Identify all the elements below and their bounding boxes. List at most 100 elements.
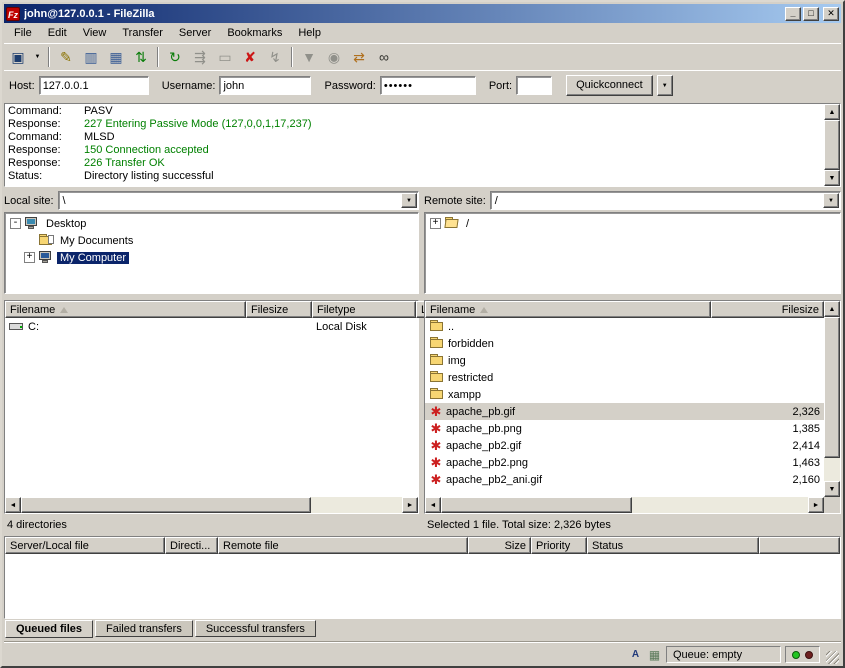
expand-icon[interactable]: + xyxy=(430,218,441,229)
column-filetype[interactable]: Filetype xyxy=(312,301,416,318)
tab-queued-files[interactable]: Queued files xyxy=(5,620,93,638)
titlebar[interactable]: Fz john@127.0.0.1 - FileZilla _ □ ✕ xyxy=(4,4,841,23)
cancel-button[interactable]: ✘ xyxy=(238,46,262,68)
column-direction[interactable]: Directi... xyxy=(165,537,218,554)
filter-button[interactable]: ▼ xyxy=(297,46,321,68)
file-row-c-drive[interactable]: C: Local Disk xyxy=(5,318,418,335)
file-row-xampp[interactable]: xampp xyxy=(425,386,824,403)
folder-icon xyxy=(429,337,445,350)
column-remote-file[interactable]: Remote file xyxy=(218,537,468,554)
file-row-img[interactable]: img xyxy=(425,352,824,369)
column-filename[interactable]: Filename xyxy=(425,301,711,318)
file-row-apache-pb2-gif[interactable]: ✱apache_pb2.gif 2,414 xyxy=(425,437,824,454)
expand-icon[interactable]: + xyxy=(24,252,35,263)
sync-browsing-button[interactable]: ⇄ xyxy=(347,46,371,68)
column-size[interactable]: Size xyxy=(468,537,531,554)
menu-transfer[interactable]: Transfer xyxy=(114,25,171,41)
username-label: Username: xyxy=(162,80,216,92)
collapse-icon[interactable]: - xyxy=(10,218,21,229)
tree-item-my-computer[interactable]: + My Computer xyxy=(5,249,418,266)
column-label: Filename xyxy=(430,304,475,316)
column-filesize[interactable]: Filesize xyxy=(246,301,312,318)
refresh-button[interactable]: ↻ xyxy=(163,46,187,68)
tree-item-desktop[interactable]: - Desktop xyxy=(5,215,418,232)
scroll-right-icon[interactable]: ► xyxy=(808,497,824,513)
local-site-combo[interactable]: \ ▼ xyxy=(58,191,419,210)
toggle-queue-button[interactable]: ⇅ xyxy=(129,46,153,68)
resize-grip[interactable] xyxy=(826,651,839,664)
minimize-button[interactable]: _ xyxy=(785,7,801,21)
remote-site-combo[interactable]: / ▼ xyxy=(490,191,841,210)
log-scrollbar[interactable]: ▲ ▼ xyxy=(824,104,840,186)
file-name-cell: ✱apache_pb.png xyxy=(425,422,711,435)
chevron-down-icon[interactable]: ▼ xyxy=(401,193,417,208)
host-label: Host: xyxy=(9,80,35,92)
compare-button[interactable]: ◉ xyxy=(322,46,346,68)
my-documents-icon xyxy=(38,234,54,247)
chevron-down-icon[interactable]: ▼ xyxy=(823,193,839,208)
scroll-left-icon[interactable]: ◄ xyxy=(425,497,441,513)
keyboard-icon[interactable]: ▦ xyxy=(647,647,662,662)
file-name-cell: xampp xyxy=(425,388,711,401)
file-row-apache-pb2-ani-gif[interactable]: ✱apache_pb2_ani.gif 2,160 xyxy=(425,471,824,488)
reconnect-button[interactable]: ▭ xyxy=(213,46,237,68)
scroll-up-icon[interactable]: ▲ xyxy=(824,104,840,120)
toggle-local-tree-button[interactable]: ▥ xyxy=(79,46,103,68)
menu-view[interactable]: View xyxy=(75,25,115,41)
site-manager-button[interactable]: ▣ xyxy=(6,46,30,68)
toggle-remote-tree-button[interactable]: ▦ xyxy=(104,46,128,68)
maximize-button[interactable]: □ xyxy=(803,7,819,21)
remote-site-row: Remote site: / ▼ xyxy=(424,190,841,211)
file-row-apache-pb2-png[interactable]: ✱apache_pb2.png 1,463 xyxy=(425,454,824,471)
tree-item-my-documents[interactable]: My Documents xyxy=(5,232,418,249)
menu-edit[interactable]: Edit xyxy=(40,25,75,41)
menu-bookmarks[interactable]: Bookmarks xyxy=(219,25,290,41)
scroll-left-icon[interactable]: ◄ xyxy=(5,497,21,513)
column-filesize[interactable]: Filesize xyxy=(711,301,824,318)
column-status[interactable]: Status xyxy=(587,537,759,554)
password-input[interactable] xyxy=(380,76,476,95)
log-line-type: Status: xyxy=(8,170,84,183)
find-files-button[interactable]: ∞ xyxy=(372,46,396,68)
username-input[interactable] xyxy=(219,76,311,95)
tree-list-splitter[interactable] xyxy=(4,294,419,298)
tree-list-splitter[interactable] xyxy=(424,294,841,298)
menu-server[interactable]: Server xyxy=(171,25,219,41)
quickconnect-dropdown[interactable]: ▼ xyxy=(657,75,673,96)
tree-item-root[interactable]: + / xyxy=(425,215,840,232)
local-hscrollbar[interactable]: ◄ ► xyxy=(5,497,418,513)
site-manager-dropdown[interactable]: ▼ xyxy=(31,46,44,68)
process-queue-button[interactable]: ⇶ xyxy=(188,46,212,68)
disconnect-button[interactable]: ↯ xyxy=(263,46,287,68)
remote-hscrollbar[interactable]: ◄ ► xyxy=(425,497,824,513)
scroll-right-icon[interactable]: ► xyxy=(402,497,418,513)
tab-failed-transfers[interactable]: Failed transfers xyxy=(95,620,193,637)
column-priority[interactable]: Priority xyxy=(531,537,587,554)
toggle-log-button[interactable]: ✎ xyxy=(54,46,78,68)
remote-list-header: Filename Filesize xyxy=(425,301,824,318)
tab-successful-transfers[interactable]: Successful transfers xyxy=(195,620,316,637)
send-activity-led-icon xyxy=(792,651,800,659)
file-row-apache-pb-gif[interactable]: ✱apache_pb.gif 2,326 xyxy=(425,403,824,420)
log-view-icon: ✎ xyxy=(60,50,72,64)
scroll-down-icon[interactable]: ▼ xyxy=(824,170,840,186)
menu-help[interactable]: Help xyxy=(290,25,329,41)
port-input[interactable] xyxy=(516,76,552,95)
menu-file[interactable]: File xyxy=(6,25,40,41)
file-row-restricted[interactable]: restricted xyxy=(425,369,824,386)
quickconnect-button[interactable]: Quickconnect xyxy=(566,75,653,96)
scroll-down-icon[interactable]: ▼ xyxy=(824,481,840,497)
scroll-up-icon[interactable]: ▲ xyxy=(824,301,840,317)
file-row-parent[interactable]: .. xyxy=(425,318,824,335)
column-server-local-file[interactable]: Server/Local file xyxy=(5,537,165,554)
file-row-forbidden[interactable]: forbidden xyxy=(425,335,824,352)
file-row-apache-pb-png[interactable]: ✱apache_pb.png 1,385 xyxy=(425,420,824,437)
queue-list[interactable] xyxy=(5,554,840,618)
transfer-queue: Server/Local file Directi... Remote file… xyxy=(4,536,841,619)
open-folder-icon xyxy=(444,217,460,230)
remote-vscrollbar[interactable]: ▲ ▼ xyxy=(824,301,840,513)
host-input[interactable] xyxy=(39,76,149,95)
close-button[interactable]: ✕ xyxy=(823,7,839,21)
transfer-type-icon[interactable]: A xyxy=(628,647,643,662)
column-filename[interactable]: Filename xyxy=(5,301,246,318)
